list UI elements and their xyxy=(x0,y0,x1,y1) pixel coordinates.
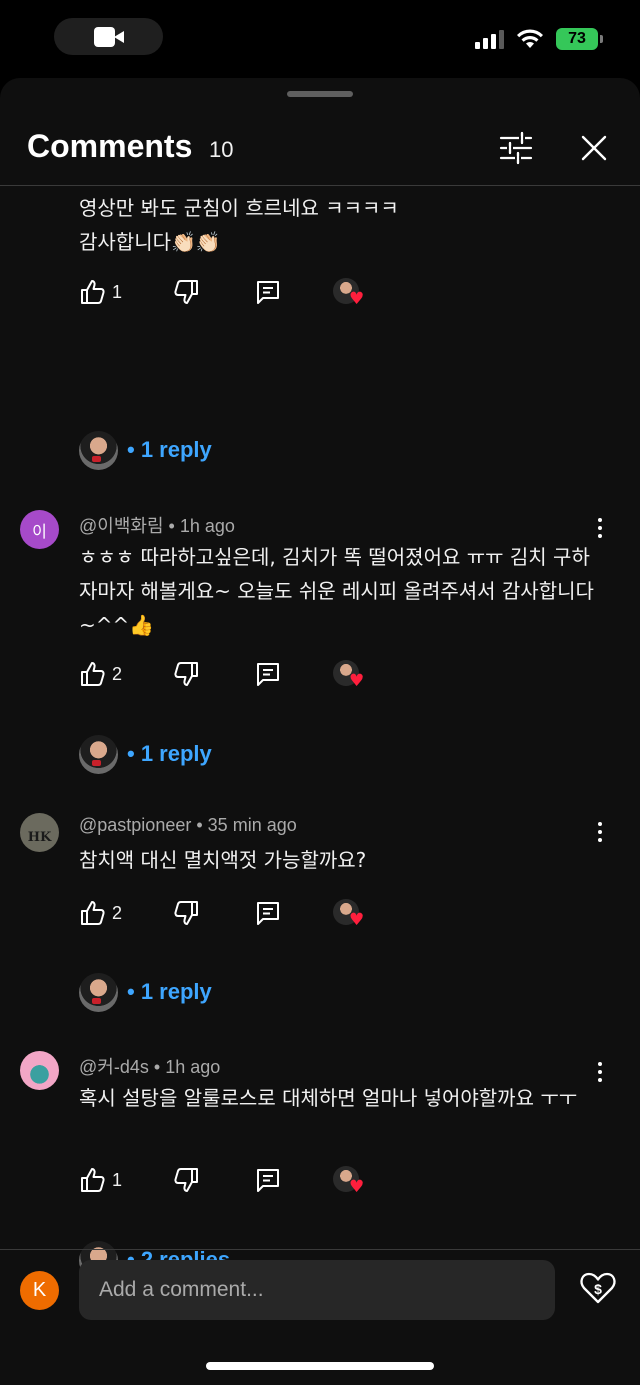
heart-icon: ♥ xyxy=(349,1177,365,1197)
comments-sheet: Comments 10 영상만 봐도 군침이 흐르네요 ㅋㅋㅋㅋ 감사합니다👏🏻… xyxy=(0,78,640,1385)
reply-icon[interactable] xyxy=(254,278,282,306)
heart-icon: ♥ xyxy=(349,671,365,691)
like-count: 1 xyxy=(112,282,123,302)
creator-heart-badge: ♥ xyxy=(333,899,367,931)
view-replies-button[interactable]: • 1 reply xyxy=(79,734,212,774)
comment-input[interactable]: Add a comment... xyxy=(79,1260,555,1320)
status-bar: 73 xyxy=(0,0,640,78)
comment-text-line: 감사합니다👏🏻👏🏻 xyxy=(79,230,221,254)
thumbs-up-icon[interactable] xyxy=(79,660,107,688)
comment-time: 1h ago xyxy=(165,1057,221,1077)
super-thanks-icon[interactable]: $ xyxy=(578,1268,618,1308)
view-replies-button[interactable]: • 1 reply xyxy=(79,430,212,470)
comment-meta: @커-d4s • 1h ago xyxy=(79,1053,220,1079)
like-count: 2 xyxy=(112,903,123,923)
comment-actions: 1 ♥ xyxy=(79,1166,379,1196)
page-title: Comments xyxy=(27,128,193,164)
avatar-letter: HK xyxy=(27,829,52,845)
screen-recording-indicator[interactable] xyxy=(54,18,163,55)
creator-heart-badge: ♥ xyxy=(333,660,367,692)
comment-text: 참치액 대신 멸치액젓 가능할까요? xyxy=(79,848,367,872)
meta-separator: • xyxy=(196,815,208,835)
heart-icon: ♥ xyxy=(349,289,365,309)
avatar[interactable]: 이 xyxy=(20,510,59,549)
divider xyxy=(0,1249,640,1250)
thumbs-up-icon[interactable] xyxy=(79,899,107,927)
reply-icon[interactable] xyxy=(254,899,282,927)
svg-text:$: $ xyxy=(594,1281,602,1297)
home-indicator[interactable] xyxy=(206,1362,434,1370)
creator-avatar xyxy=(79,972,118,1012)
video-camera-icon xyxy=(93,26,124,47)
more-options-icon[interactable] xyxy=(590,514,610,542)
reply-icon[interactable] xyxy=(254,1166,282,1194)
comment-author[interactable]: @이백화림 xyxy=(79,516,164,536)
comment-time: 1h ago xyxy=(179,516,235,536)
replies-link[interactable]: • 1 reply xyxy=(127,437,212,463)
comment-input-placeholder: Add a comment... xyxy=(99,1278,264,1301)
like-count: 2 xyxy=(112,664,123,684)
replies-link[interactable]: • 1 reply xyxy=(127,979,212,1005)
thumbs-up-icon[interactable] xyxy=(79,1166,107,1194)
comments-header: Comments 10 xyxy=(0,118,640,186)
thumbs-down-icon[interactable] xyxy=(172,899,200,927)
creator-avatar xyxy=(79,430,118,470)
creator-heart-badge: ♥ xyxy=(333,278,367,310)
creator-avatar xyxy=(79,734,118,774)
comment-actions: 2 ♥ xyxy=(79,660,379,690)
meta-separator: • xyxy=(153,1057,166,1077)
close-icon[interactable] xyxy=(574,128,614,168)
thumbs-down-icon[interactable] xyxy=(172,660,200,688)
comment-text: 혹시 설탕을 알룰로스로 대체하면 얼마나 넣어야할까요 ㅜㅜ xyxy=(79,1086,578,1110)
sliders-icon[interactable] xyxy=(496,128,536,168)
reply-icon[interactable] xyxy=(254,660,282,688)
meta-separator: • xyxy=(168,516,180,536)
replies-link[interactable]: • 1 reply xyxy=(127,741,212,767)
more-options-icon[interactable] xyxy=(590,818,610,846)
heart-icon: ♥ xyxy=(349,910,365,930)
thumbs-down-icon[interactable] xyxy=(172,278,200,306)
comment-text: 영상만 봐도 군침이 흐르네요 ㅋㅋㅋㅋ 감사합니다👏🏻👏🏻 xyxy=(79,191,599,259)
comment-meta: @pastpioneer • 35 min ago xyxy=(79,815,297,836)
comment-actions: 1 ♥ xyxy=(79,278,379,308)
comment-author[interactable]: @pastpioneer xyxy=(79,815,191,835)
comment-time: 35 min ago xyxy=(207,815,297,835)
comment-meta: @이백화림 • 1h ago xyxy=(79,512,235,538)
view-replies-button[interactable]: • 1 reply xyxy=(79,972,212,1012)
comment-actions: 2 ♥ xyxy=(79,899,379,929)
user-avatar[interactable]: K xyxy=(20,1271,59,1310)
comment-count: 10 xyxy=(209,137,234,162)
thumbs-up-icon[interactable] xyxy=(79,278,107,306)
like-count: 1 xyxy=(112,1170,123,1190)
creator-heart-badge: ♥ xyxy=(333,1166,367,1198)
avatar[interactable]: HK xyxy=(20,813,59,852)
divider xyxy=(0,185,640,186)
avatar-letter: K xyxy=(32,1279,47,1301)
avatar[interactable] xyxy=(20,1051,59,1090)
wifi-icon xyxy=(517,29,543,48)
battery-indicator: 73 xyxy=(556,28,603,50)
cellular-signal-icon xyxy=(475,29,504,49)
avatar-letter: 이 xyxy=(32,521,47,541)
comment-text: ㅎㅎㅎ 따라하고싶은데, 김치가 똑 떨어졌어요 ㅠㅠ 김치 구하자마자 해볼게… xyxy=(79,545,594,637)
drag-handle[interactable] xyxy=(287,91,353,97)
comment-text-line: 영상만 봐도 군침이 흐르네요 ㅋㅋㅋㅋ xyxy=(79,196,399,220)
comment-author[interactable]: @커-d4s xyxy=(79,1057,149,1077)
thumbs-down-icon[interactable] xyxy=(172,1166,200,1194)
